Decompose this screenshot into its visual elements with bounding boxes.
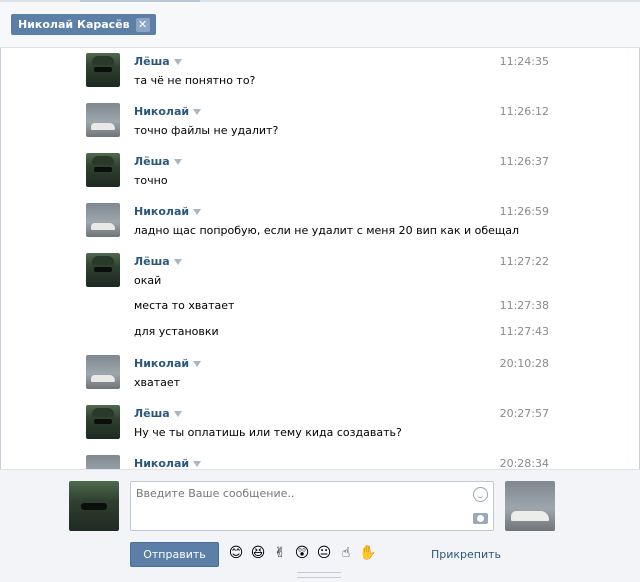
message-text: точно	[134, 174, 168, 187]
smile-icon[interactable]	[473, 487, 488, 502]
victory-hand-icon[interactable]: ✌	[271, 544, 289, 562]
message-input-placeholder: Введите Ваше сообщение..	[136, 487, 295, 500]
my-avatar[interactable]	[69, 481, 119, 531]
send-button[interactable]: Отправить	[130, 542, 219, 567]
chat-header: Николай Карасёв ✕	[0, 2, 640, 48]
chevron-down-icon[interactable]	[173, 258, 182, 265]
message-text: для установки	[134, 325, 219, 338]
message-text: окай	[134, 274, 162, 287]
camera-icon[interactable]	[473, 513, 488, 524]
peer-avatar[interactable]	[505, 481, 555, 531]
avatar[interactable]	[86, 405, 120, 439]
message-text: ладно щас попробую, если не удалит с мен…	[134, 224, 520, 237]
message-history[interactable]: Лёша та чё не понятно то? 11:24:35 Никол…	[0, 49, 640, 469]
avatar[interactable]	[86, 153, 120, 187]
timestamp[interactable]: 11:27:43	[500, 325, 549, 338]
emoji-bar: 😊 😆 ✌ 😲 😐 ☝ ✋	[227, 544, 377, 562]
smile-emoji-icon[interactable]: 😊	[227, 544, 245, 562]
avatar[interactable]	[86, 53, 120, 87]
timestamp[interactable]: 20:27:57	[500, 407, 549, 420]
author-name[interactable]: Николай	[134, 457, 202, 469]
raised-hand-icon[interactable]: ✋	[359, 544, 377, 562]
timestamp[interactable]: 11:26:59	[500, 205, 549, 218]
message-text: та чё не понятно то?	[134, 74, 256, 87]
timestamp[interactable]: 11:27:22	[500, 255, 549, 268]
avatar[interactable]	[86, 455, 120, 469]
avatar[interactable]	[86, 103, 120, 137]
author-name[interactable]: Лёша	[134, 155, 182, 168]
timestamp[interactable]: 20:28:34	[500, 457, 549, 469]
chevron-down-icon[interactable]	[193, 208, 202, 215]
resize-grip[interactable]	[297, 572, 341, 578]
author-name[interactable]: Николай	[134, 105, 202, 118]
chevron-down-icon[interactable]	[193, 360, 202, 367]
chevron-down-icon[interactable]	[173, 58, 182, 65]
avatar[interactable]	[86, 203, 120, 237]
timestamp[interactable]: 11:24:35	[500, 55, 549, 68]
chevron-down-icon[interactable]	[193, 108, 202, 115]
message-composer: Введите Ваше сообщение.. Отправить 😊 😆 ✌…	[0, 469, 640, 582]
author-name[interactable]: Николай	[134, 205, 202, 218]
laugh-emoji-icon[interactable]: 😆	[249, 544, 267, 562]
message-text: хватает	[134, 376, 181, 389]
message-text: Ну че ты оплатишь или тему кида создават…	[134, 426, 402, 439]
attach-link[interactable]: Прикрепить	[431, 548, 501, 561]
chevron-down-icon[interactable]	[173, 158, 182, 165]
chevron-down-icon[interactable]	[173, 410, 182, 417]
avatar[interactable]	[86, 253, 120, 287]
timestamp[interactable]: 11:26:12	[500, 105, 549, 118]
author-name[interactable]: Лёша	[134, 55, 182, 68]
message-input[interactable]: Введите Ваше сообщение..	[130, 481, 494, 531]
pointing-up-icon[interactable]: ☝	[337, 544, 355, 562]
timestamp[interactable]: 11:27:38	[500, 299, 549, 312]
shocked-emoji-icon[interactable]: 😲	[293, 544, 311, 562]
author-name[interactable]: Лёша	[134, 407, 182, 420]
chat-tab-label: Николай Карасёв	[18, 18, 130, 31]
chevron-down-icon[interactable]	[193, 460, 202, 467]
neutral-emoji-icon[interactable]: 😐	[315, 544, 333, 562]
author-name[interactable]: Николай	[134, 357, 202, 370]
author-name[interactable]: Лёша	[134, 255, 182, 268]
timestamp[interactable]: 20:10:28	[500, 357, 549, 370]
message-text: места то хватает	[134, 299, 235, 312]
close-icon[interactable]: ✕	[135, 17, 150, 32]
chat-tab[interactable]: Николай Карасёв ✕	[11, 14, 156, 35]
timestamp[interactable]: 11:26:37	[500, 155, 549, 168]
avatar[interactable]	[86, 355, 120, 389]
message-text: точно файлы не удалит?	[134, 124, 279, 137]
